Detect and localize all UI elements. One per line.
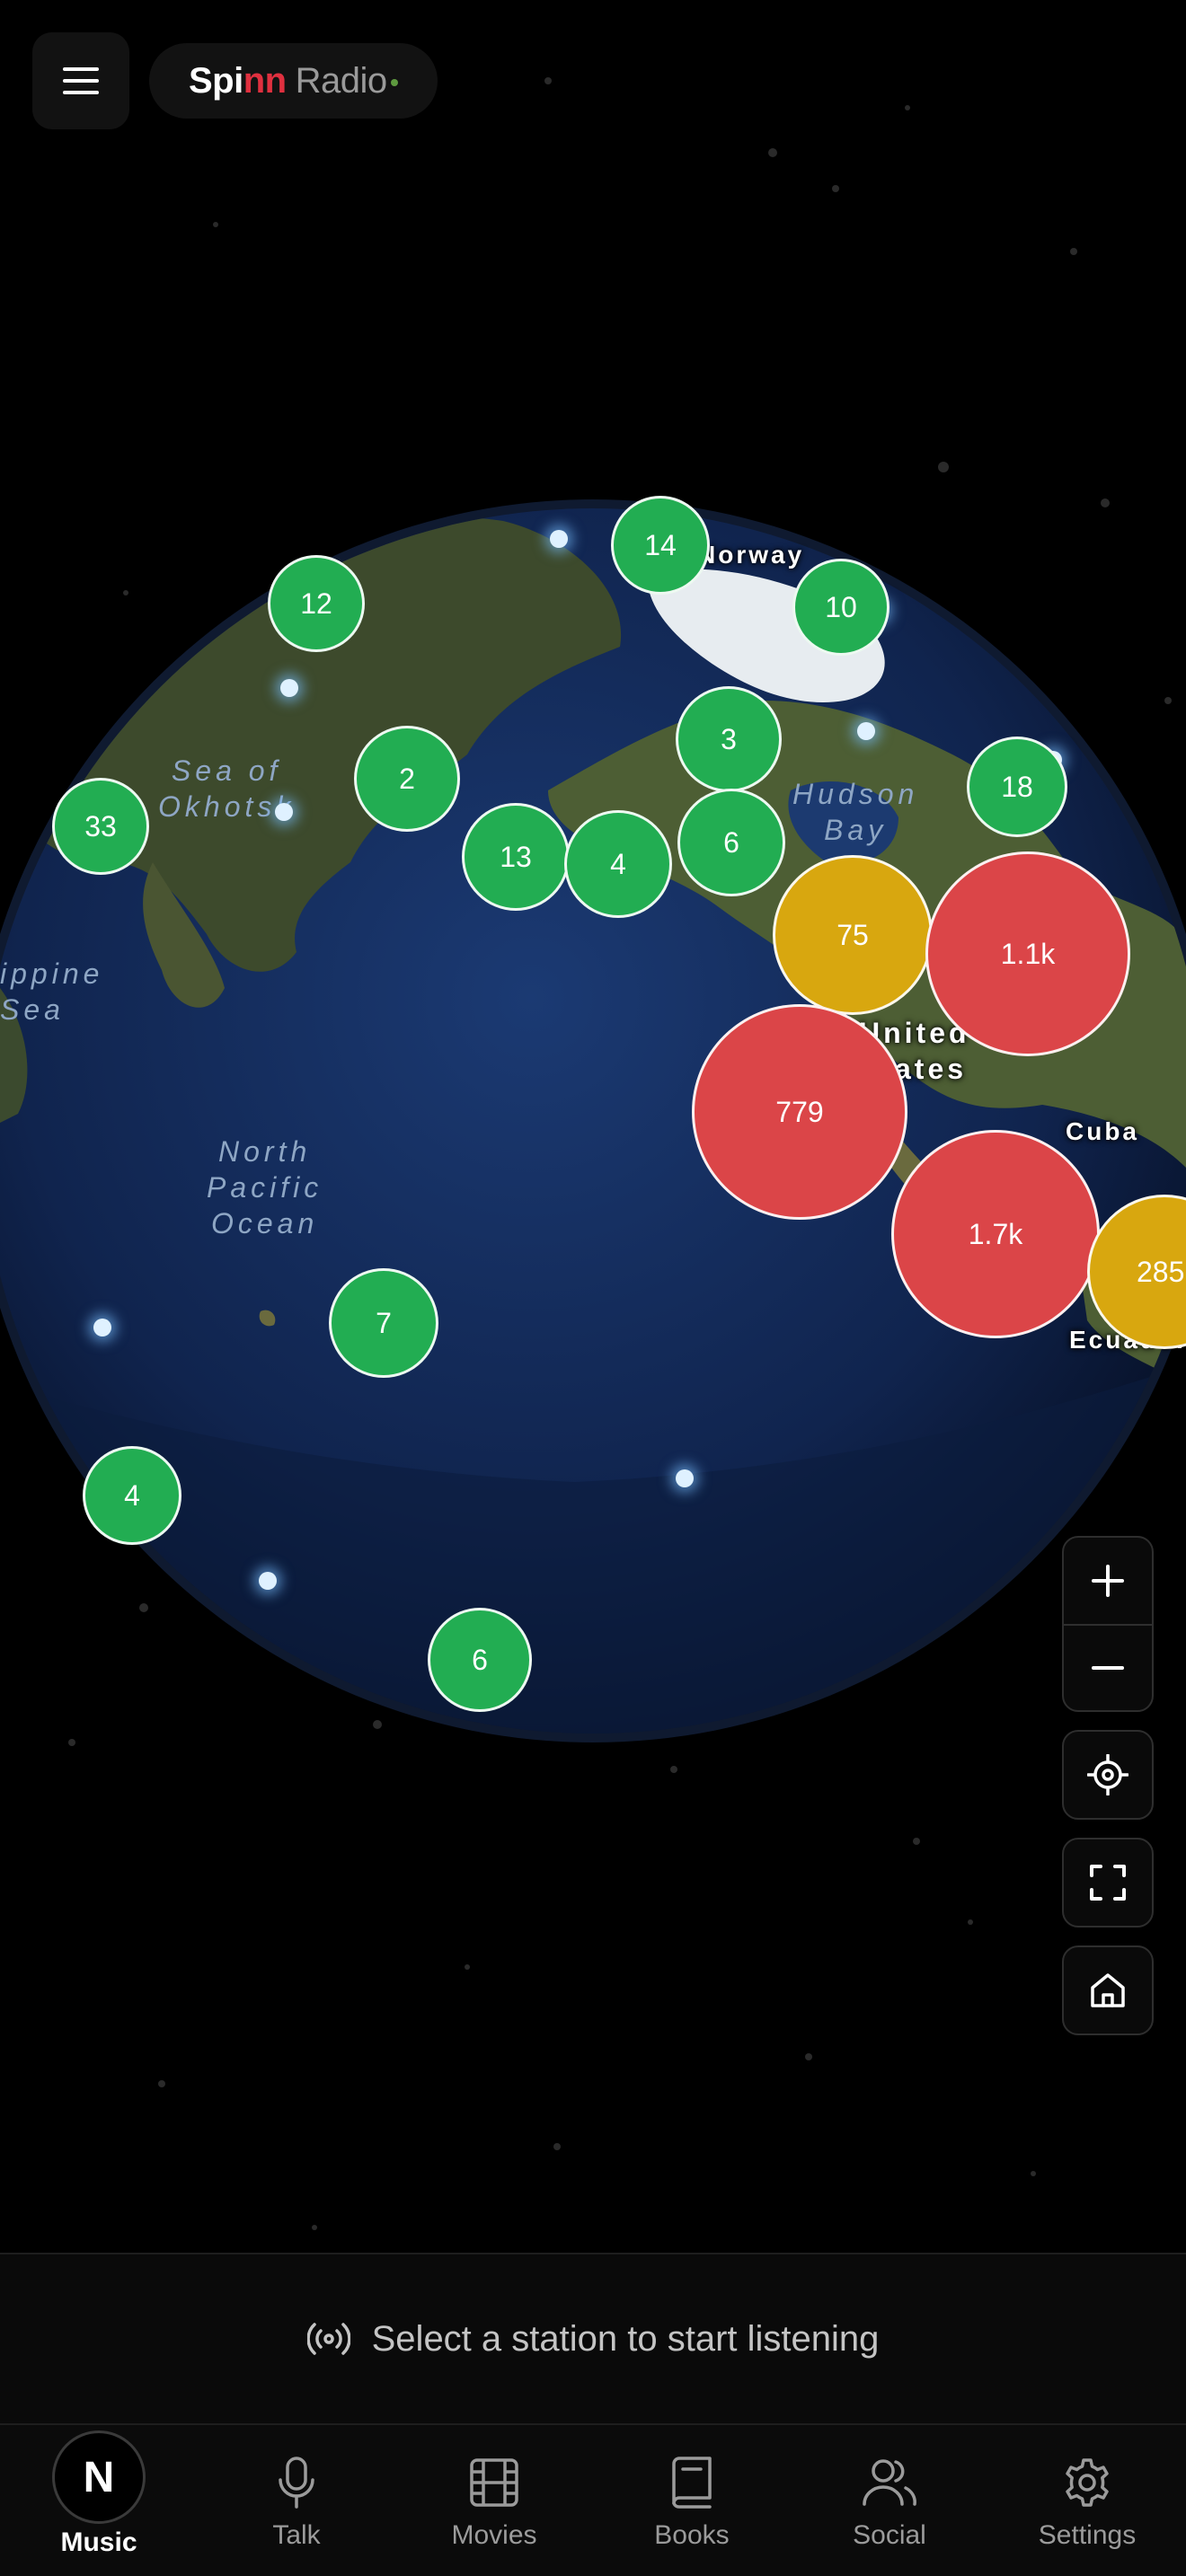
zoom-controls xyxy=(1062,1536,1154,1712)
users-icon xyxy=(863,2459,916,2506)
globe-earth xyxy=(0,499,1186,1742)
gear-icon xyxy=(1066,2458,1109,2507)
station-cluster[interactable]: 779 xyxy=(692,1004,907,1220)
station-cluster[interactable]: 14 xyxy=(611,496,710,595)
label-cuba: Cuba xyxy=(1066,1117,1139,1145)
nav-item-talk[interactable]: Talk xyxy=(198,2425,395,2576)
station-cluster[interactable]: 6 xyxy=(677,789,785,896)
nav-label: Social xyxy=(853,2520,926,2550)
nav-label: Settings xyxy=(1038,2520,1137,2550)
station-cluster[interactable]: 75 xyxy=(773,855,933,1015)
status-dot xyxy=(390,79,398,86)
home-icon xyxy=(1091,1973,1125,2007)
station-cluster[interactable]: 7 xyxy=(329,1268,438,1378)
brand-logo[interactable]: Spi nn Radio xyxy=(149,43,438,119)
plus-icon xyxy=(1092,1565,1124,1597)
microphone-icon xyxy=(279,2457,314,2509)
broadcast-icon xyxy=(306,2323,350,2355)
label-hudson-bay: Hudson Bay xyxy=(792,778,919,846)
nav-item-movies[interactable]: Movies xyxy=(395,2425,593,2576)
station-cluster[interactable]: 1.1k xyxy=(925,851,1130,1056)
station-dot[interactable] xyxy=(93,1319,111,1337)
crosshair-icon xyxy=(1087,1754,1128,1795)
zoom-out-button[interactable] xyxy=(1064,1624,1152,1710)
nav-label: Movies xyxy=(451,2520,537,2550)
map-controls xyxy=(1062,1536,1154,2053)
label-norway: Norway xyxy=(697,541,805,569)
nav-label: Talk xyxy=(272,2520,321,2550)
nav-item-music[interactable]: N Music xyxy=(0,2425,198,2576)
nav-label: Books xyxy=(654,2520,730,2550)
locate-button[interactable] xyxy=(1064,1732,1152,1818)
home-control xyxy=(1062,1945,1154,2035)
bottom-nav: N Music Talk Movies Books Social Setting… xyxy=(0,2423,1186,2576)
station-cluster[interactable]: 10 xyxy=(792,559,890,656)
n-logo-icon: N xyxy=(52,2429,146,2526)
brand-name-part-2: nn xyxy=(243,60,287,101)
station-dot[interactable] xyxy=(280,679,298,697)
top-bar: Spi nn Radio xyxy=(32,32,438,129)
station-dot[interactable] xyxy=(275,803,293,821)
label-north-pacific-ocean: North Pacific Ocean xyxy=(207,1135,323,1239)
station-cluster[interactable]: 4 xyxy=(83,1446,181,1545)
menu-button[interactable] xyxy=(32,32,129,129)
brand-name-part-1: Spi xyxy=(189,60,243,101)
station-cluster[interactable]: 3 xyxy=(676,686,782,792)
fullscreen-icon xyxy=(1090,1865,1126,1901)
film-icon xyxy=(470,2458,518,2507)
now-playing-text: Select a station to start listening xyxy=(371,2318,880,2359)
station-cluster[interactable]: 2 xyxy=(354,726,460,832)
nav-item-settings[interactable]: Settings xyxy=(988,2425,1186,2576)
station-dot[interactable] xyxy=(676,1469,694,1487)
nav-item-social[interactable]: Social xyxy=(791,2425,988,2576)
fullscreen-control xyxy=(1062,1838,1154,1928)
station-cluster[interactable]: 33 xyxy=(52,778,149,875)
zoom-in-button[interactable] xyxy=(1064,1538,1152,1624)
fullscreen-button[interactable] xyxy=(1064,1839,1152,1926)
nav-item-books[interactable]: Books xyxy=(593,2425,791,2576)
now-playing-bar[interactable]: Select a station to start listening xyxy=(0,2253,1186,2423)
station-dot[interactable] xyxy=(259,1572,277,1590)
station-cluster[interactable]: 1.7k xyxy=(891,1130,1100,1338)
nav-label: Music xyxy=(60,2527,137,2557)
n-logo-letter: N xyxy=(83,2453,115,2501)
book-icon xyxy=(672,2457,712,2509)
station-cluster[interactable]: 4 xyxy=(564,810,672,918)
home-view-button[interactable] xyxy=(1064,1947,1152,2033)
hamburger-icon xyxy=(63,67,99,94)
station-cluster[interactable]: 12 xyxy=(268,555,365,652)
brand-name-radio: Radio xyxy=(295,60,388,101)
station-cluster[interactable]: 6 xyxy=(428,1608,532,1712)
station-dot[interactable] xyxy=(857,722,875,740)
station-dot[interactable] xyxy=(550,530,568,548)
station-cluster[interactable]: 13 xyxy=(462,803,570,911)
label-philippine-sea: ippine Sea xyxy=(0,957,104,1026)
station-cluster[interactable]: 18 xyxy=(967,737,1067,837)
locate-control xyxy=(1062,1730,1154,1820)
globe-map[interactable]: Norway Sea of Okhotsk Hudson Bay ippine … xyxy=(0,485,1186,1760)
minus-icon xyxy=(1092,1666,1124,1670)
